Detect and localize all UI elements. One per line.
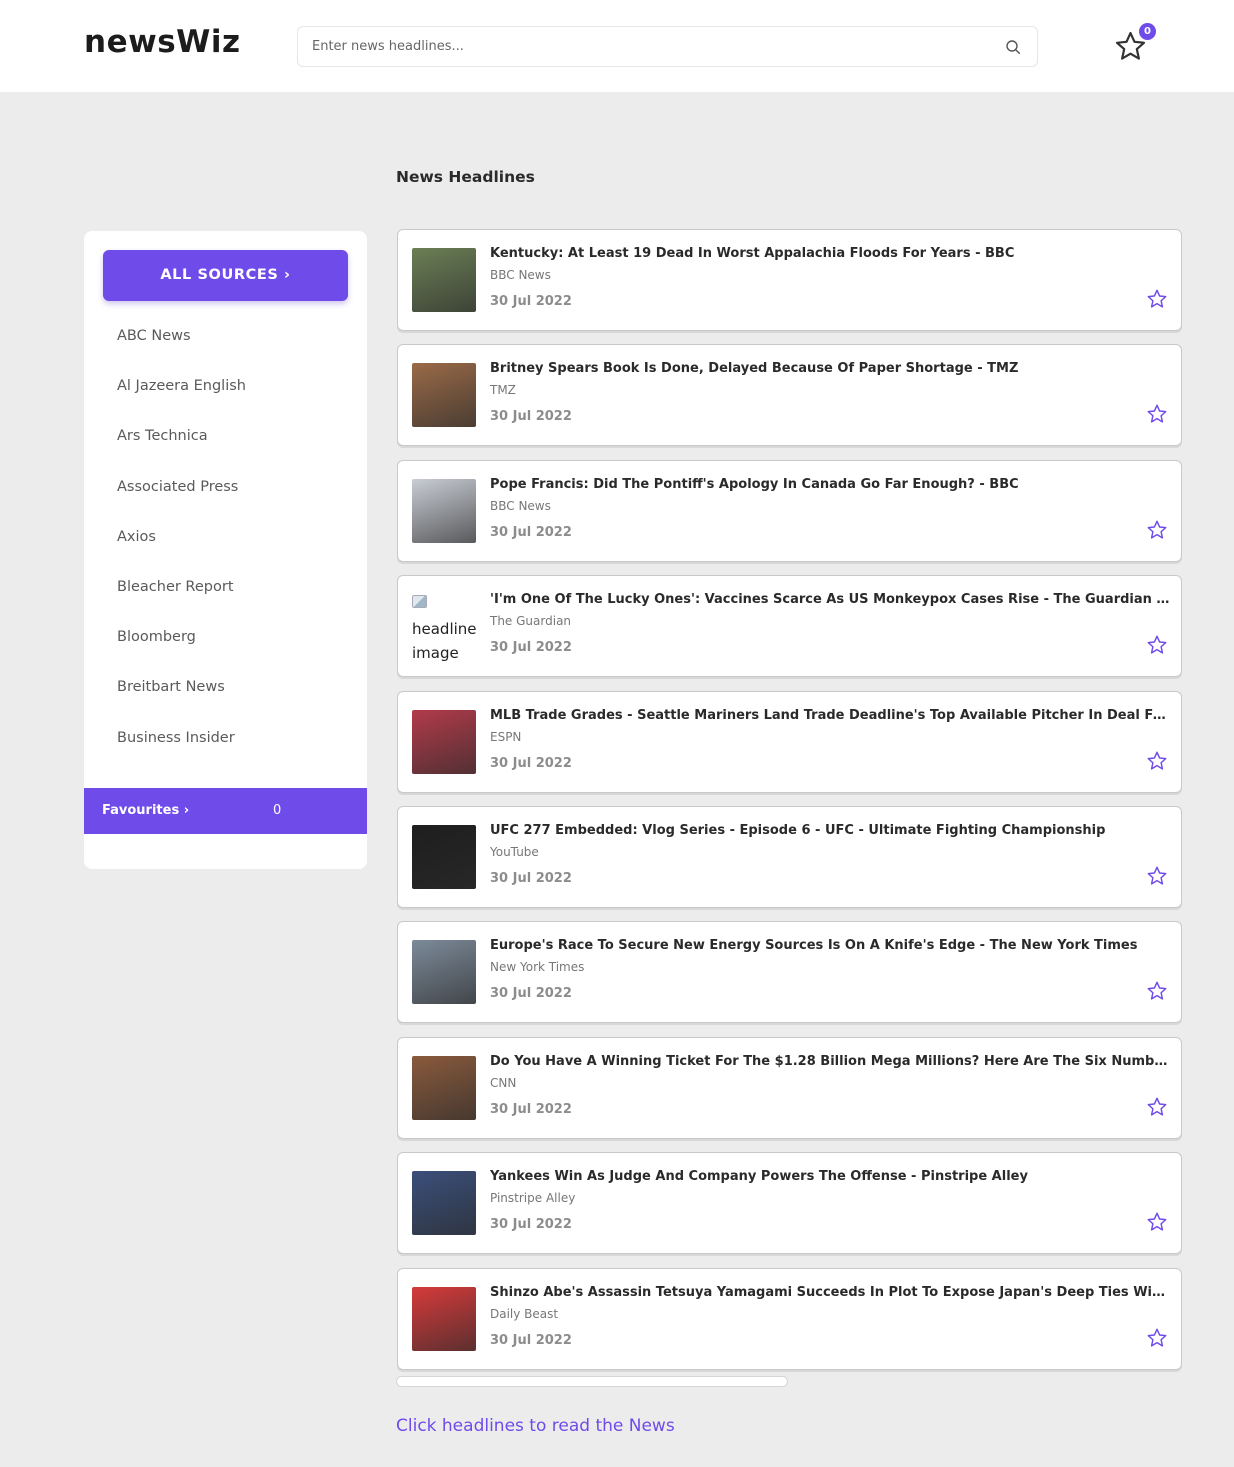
headline-image-broken: headline image xyxy=(412,593,482,665)
headline-title[interactable]: UFC 277 Embedded: Vlog Series - Episode … xyxy=(490,823,1170,838)
headline-image[interactable] xyxy=(412,940,476,1005)
news-card[interactable]: MLB Trade Grades - Seattle Mariners Land… xyxy=(397,690,1182,793)
favourite-star-icon[interactable] xyxy=(1146,634,1168,656)
top-header: newsWiz 0 xyxy=(0,0,1234,92)
headline-date: 30 Jul 2022 xyxy=(490,1101,572,1117)
headline-date: 30 Jul 2022 xyxy=(490,870,572,886)
news-card[interactable]: Kentucky: At Least 19 Dead In Worst Appa… xyxy=(397,229,1182,331)
image-alt-text: headline image xyxy=(412,620,477,663)
headline-title[interactable]: Kentucky: At Least 19 Dead In Worst Appa… xyxy=(490,246,1170,261)
favourite-star-icon[interactable] xyxy=(1146,1096,1168,1118)
broken-image-icon xyxy=(412,595,427,609)
headline-source: The Guardian xyxy=(490,614,572,629)
headline-image[interactable] xyxy=(412,363,476,428)
search-input[interactable] xyxy=(312,27,992,66)
source-item[interactable]: ABC News xyxy=(84,311,367,361)
headline-image[interactable] xyxy=(412,248,476,312)
headline-source: CNN xyxy=(490,1075,517,1090)
search-bar[interactable] xyxy=(297,26,1038,67)
headline-title[interactable]: 'I'm One Of The Lucky Ones': Vaccines Sc… xyxy=(490,592,1170,607)
favourite-star-icon[interactable] xyxy=(1146,1327,1168,1349)
favourite-star-icon[interactable] xyxy=(1146,750,1168,772)
source-item[interactable]: Bloomberg xyxy=(84,612,367,662)
headline-source: Pinstripe Alley xyxy=(490,1191,576,1206)
headline-date: 30 Jul 2022 xyxy=(490,1217,572,1233)
headline-image[interactable] xyxy=(412,709,476,774)
headline-date: 30 Jul 2022 xyxy=(490,986,572,1002)
headline-title[interactable]: Do You Have A Winning Ticket For The $1.… xyxy=(490,1054,1170,1069)
news-card[interactable]: Pope Francis: Did The Pontiff's Apology … xyxy=(397,459,1182,562)
headline-title[interactable]: MLB Trade Grades - Seattle Mariners Land… xyxy=(490,708,1170,723)
favourite-star-icon[interactable] xyxy=(1146,980,1168,1002)
source-item[interactable]: Breitbart News xyxy=(84,662,367,712)
news-card[interactable]: Do You Have A Winning Ticket For The $1.… xyxy=(397,1036,1182,1139)
favourite-star-icon[interactable] xyxy=(1146,1211,1168,1233)
favourite-star-icon[interactable] xyxy=(1146,288,1168,310)
headline-source: TMZ xyxy=(490,383,516,398)
headline-date: 30 Jul 2022 xyxy=(490,1332,572,1348)
source-item[interactable]: Ars Technica xyxy=(84,411,367,461)
source-item[interactable]: Business Insider xyxy=(84,713,367,763)
headline-source: BBC News xyxy=(490,268,551,282)
favourites-count-badge: 0 xyxy=(1139,23,1156,40)
source-item[interactable]: Al Jazeera English xyxy=(84,361,367,411)
headline-source: YouTube xyxy=(490,844,539,859)
news-list: Kentucky: At Least 19 Dead In Worst Appa… xyxy=(397,229,1182,1383)
headline-source: New York Times xyxy=(490,960,585,975)
news-card[interactable]: Shinzo Abe's Assassin Tetsuya Yamagami S… xyxy=(397,1267,1182,1370)
search-icon[interactable] xyxy=(1005,39,1021,55)
footer-hint-link[interactable]: Click headlines to read the News xyxy=(396,1416,675,1436)
headline-source: ESPN xyxy=(490,729,522,744)
source-item[interactable]: Associated Press xyxy=(84,462,367,512)
headline-source: BBC News xyxy=(490,498,551,513)
headline-title[interactable]: Europe's Race To Secure New Energy Sourc… xyxy=(490,938,1170,953)
source-item[interactable]: Bleacher Report xyxy=(84,562,367,612)
headline-image[interactable] xyxy=(412,1171,476,1236)
horizontal-scrollbar[interactable] xyxy=(396,1376,788,1387)
news-card[interactable]: UFC 277 Embedded: Vlog Series - Episode … xyxy=(397,805,1182,908)
news-card[interactable]: Britney Spears Book Is Done, Delayed Bec… xyxy=(397,344,1182,447)
all-sources-button[interactable]: ALL SOURCES › xyxy=(103,250,348,301)
favourite-star-icon[interactable] xyxy=(1146,865,1168,887)
headline-source: Daily Beast xyxy=(490,1306,559,1321)
app-logo[interactable]: newsWiz xyxy=(84,24,241,60)
source-list: ABC News Al Jazeera English Ars Technica… xyxy=(84,311,367,763)
headline-image[interactable] xyxy=(412,824,476,889)
headline-date: 30 Jul 2022 xyxy=(490,640,572,656)
headline-title[interactable]: Pope Francis: Did The Pontiff's Apology … xyxy=(490,477,1170,492)
headline-image[interactable] xyxy=(412,1286,476,1351)
headline-date: 30 Jul 2022 xyxy=(490,755,572,771)
favourites-bar[interactable]: Favourites › 0 xyxy=(84,788,367,834)
section-title: News Headlines xyxy=(396,168,535,186)
favourites-button[interactable]: 0 xyxy=(1114,23,1156,64)
favourite-star-icon[interactable] xyxy=(1146,403,1168,425)
headline-date: 30 Jul 2022 xyxy=(490,524,572,540)
headline-image[interactable] xyxy=(412,478,476,543)
news-card[interactable]: Europe's Race To Secure New Energy Sourc… xyxy=(397,921,1182,1024)
source-item[interactable]: Axios xyxy=(84,512,367,562)
headline-date: 30 Jul 2022 xyxy=(490,294,572,309)
favourite-star-icon[interactable] xyxy=(1146,519,1168,541)
headline-image[interactable] xyxy=(412,1055,476,1120)
news-card[interactable]: Yankees Win As Judge And Company Powers … xyxy=(397,1152,1182,1255)
news-card[interactable]: headline image 'I'm One Of The Lucky Ones… xyxy=(397,575,1182,678)
favourites-label: Favourites › xyxy=(102,803,190,818)
headline-title[interactable]: Shinzo Abe's Assassin Tetsuya Yamagami S… xyxy=(490,1285,1170,1300)
headline-date: 30 Jul 2022 xyxy=(490,409,572,425)
headline-title[interactable]: Yankees Win As Judge And Company Powers … xyxy=(490,1169,1170,1184)
headline-title[interactable]: Britney Spears Book Is Done, Delayed Bec… xyxy=(490,361,1170,376)
favourites-count: 0 xyxy=(273,803,282,818)
sources-sidebar: ALL SOURCES › ABC News Al Jazeera Englis… xyxy=(84,231,367,869)
